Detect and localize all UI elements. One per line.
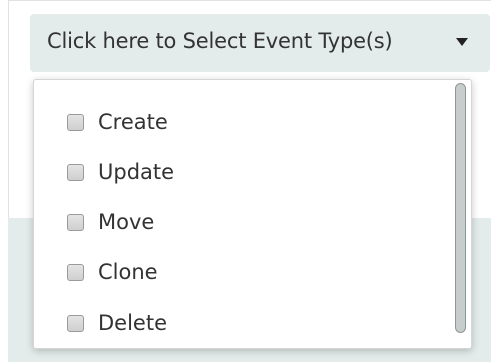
event-type-filter-area: Click here to Select Event Type(s) Creat… <box>0 0 491 362</box>
option-create[interactable]: Create <box>34 107 454 143</box>
option-label-clone: Clone <box>98 260 158 284</box>
checkbox-clone[interactable] <box>67 264 84 281</box>
event-type-dropdown-menu: Create Update Move Clone Delete <box>33 79 472 349</box>
option-clone[interactable]: Clone <box>34 257 454 293</box>
checkbox-update[interactable] <box>67 164 84 181</box>
event-type-select-button[interactable]: Click here to Select Event Type(s) <box>30 14 490 72</box>
checkbox-move[interactable] <box>67 214 84 231</box>
option-label-create: Create <box>98 110 168 134</box>
checkbox-create[interactable] <box>67 114 84 131</box>
event-type-select-label: Click here to Select Event Type(s) <box>47 29 393 53</box>
option-move[interactable]: Move <box>34 207 454 243</box>
dropdown-scrollbar-thumb[interactable] <box>455 83 466 333</box>
option-label-update: Update <box>98 160 175 184</box>
option-label-delete: Delete <box>98 311 167 335</box>
option-label-move: Move <box>98 210 155 234</box>
caret-down-icon <box>456 38 468 46</box>
option-delete[interactable]: Delete <box>34 308 454 344</box>
option-update[interactable]: Update <box>34 157 454 193</box>
checkbox-delete[interactable] <box>67 315 84 332</box>
